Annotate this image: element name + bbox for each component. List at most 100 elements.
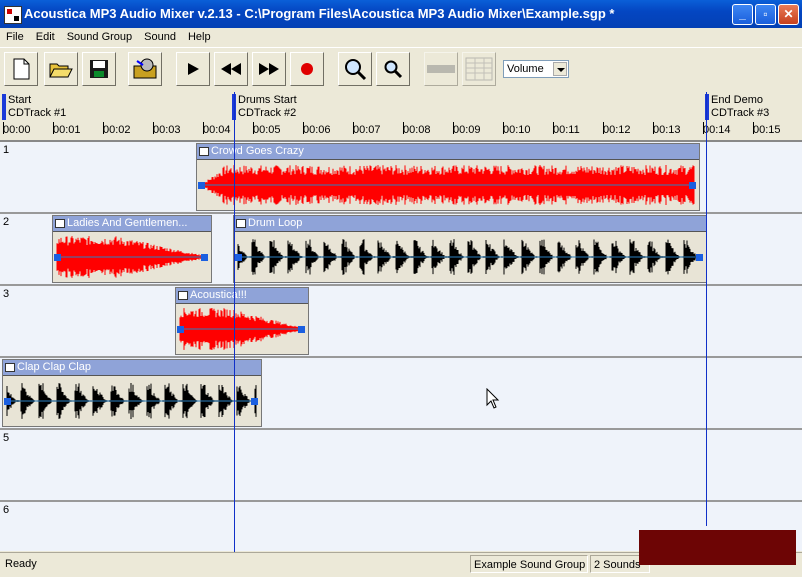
- marker-sub: CDTrack #1: [8, 107, 67, 119]
- marker-flag-icon: [2, 94, 6, 120]
- toolbar: Volume: [0, 47, 802, 93]
- clip-acoustica[interactable]: Acoustica!!!: [175, 287, 309, 355]
- zoom-in-icon: [345, 59, 367, 81]
- waveform: [4, 383, 258, 419]
- mouse-cursor-icon: [486, 388, 500, 409]
- clip-title: Drum Loop: [248, 217, 303, 229]
- tick-label: 00:15: [753, 124, 781, 136]
- track-number: 6: [3, 504, 10, 516]
- volume-handle[interactable]: [4, 398, 11, 405]
- new-button[interactable]: [4, 52, 38, 86]
- volume-handle[interactable]: [235, 254, 242, 261]
- tick-label: 00:12: [603, 124, 631, 136]
- volume-handle[interactable]: [198, 182, 205, 189]
- sound-clip-icon: [178, 291, 188, 300]
- tick-label: 00:00: [3, 124, 31, 136]
- volume-handle[interactable]: [201, 254, 208, 261]
- volume-handle[interactable]: [298, 326, 305, 333]
- waveform: [54, 236, 208, 278]
- sound-clip-icon: [199, 147, 209, 156]
- overlay-block: [639, 530, 796, 565]
- tick-label: 00:09: [453, 124, 481, 136]
- track-number: 2: [3, 216, 10, 228]
- save-icon: [90, 60, 108, 78]
- title-bar: Acoustica MP3 Audio Mixer v.2.13 - C:\Pr…: [0, 0, 802, 28]
- volume-handle[interactable]: [54, 254, 61, 261]
- waveform: [177, 308, 305, 350]
- marker-sub: CDTrack #2: [238, 107, 297, 119]
- track-number: 3: [3, 288, 10, 300]
- open-button[interactable]: [44, 52, 78, 86]
- tick-label: 00:06: [303, 124, 331, 136]
- rewind-button[interactable]: [214, 52, 248, 86]
- zoom-out-icon: [384, 60, 403, 79]
- menu-help[interactable]: Help: [182, 28, 217, 45]
- tick-label: 00:14: [703, 124, 731, 136]
- close-button[interactable]: ✕: [778, 4, 799, 25]
- tick-label: 00:01: [53, 124, 81, 136]
- clip-crowd-goes-crazy[interactable]: Crowd Goes Crazy: [196, 143, 700, 211]
- volume-bar-button[interactable]: [424, 52, 458, 86]
- timeline-ruler[interactable]: Start CDTrack #1 Drums Start CDTrack #2 En…: [0, 92, 802, 142]
- clip-title: Clap Clap Clap: [17, 361, 91, 373]
- chevron-down-icon[interactable]: [553, 62, 567, 76]
- clip-title: Crowd Goes Crazy: [211, 145, 304, 157]
- save-button[interactable]: [82, 52, 116, 86]
- marker-name: End Demo: [711, 94, 763, 106]
- play-icon: [188, 63, 199, 75]
- tracks-area[interactable]: 1 2 3 4 5 6 Crowd Goes Crazy Ladies And …: [0, 142, 802, 551]
- record-icon: [301, 63, 313, 75]
- zoom-out-button[interactable]: [376, 52, 410, 86]
- menu-sound-group[interactable]: Sound Group: [61, 28, 138, 45]
- tick-label: 00:13: [653, 124, 681, 136]
- menu-edit[interactable]: Edit: [30, 28, 61, 45]
- status-sound-group: Example Sound Group: [470, 555, 588, 573]
- rewind-icon: [221, 63, 241, 75]
- volume-handle[interactable]: [251, 398, 258, 405]
- waveform: [198, 165, 696, 205]
- minimize-button[interactable]: _: [732, 4, 753, 25]
- menu-file[interactable]: File: [0, 28, 30, 45]
- sound-clip-icon: [55, 219, 65, 228]
- marker-line: [234, 92, 235, 552]
- new-file-icon: [13, 58, 30, 80]
- waveform: [235, 239, 703, 275]
- clip-drum-loop[interactable]: Drum Loop: [233, 215, 707, 283]
- clip-ladies-and-gentlemen[interactable]: Ladies And Gentlemen...: [52, 215, 212, 283]
- volume-select[interactable]: Volume: [503, 60, 569, 78]
- tick-label: 00:11: [553, 124, 580, 136]
- marker-name: Start: [8, 94, 32, 106]
- window-title: Acoustica MP3 Audio Mixer v.2.13 - C:\Pr…: [24, 6, 615, 21]
- clip-title: Acoustica!!!: [190, 289, 247, 301]
- fast-forward-button[interactable]: [252, 52, 286, 86]
- tick-label: 00:02: [103, 124, 131, 136]
- clip-clap-clap-clap[interactable]: Clap Clap Clap: [2, 359, 262, 427]
- tick-label: 00:08: [403, 124, 431, 136]
- app-icon: [4, 6, 22, 24]
- volume-handle[interactable]: [177, 326, 184, 333]
- grid-button[interactable]: [462, 52, 496, 86]
- volume-select-value: Volume: [507, 63, 544, 75]
- maximize-button[interactable]: ▫: [755, 4, 776, 25]
- volume-handle[interactable]: [696, 254, 703, 261]
- marker-line: [706, 92, 707, 526]
- tick-label: 00:03: [153, 124, 181, 136]
- track-row[interactable]: 3: [0, 286, 802, 358]
- menu-sound[interactable]: Sound: [138, 28, 182, 45]
- record-to-cd-icon: [133, 58, 157, 79]
- clip-title: Ladies And Gentlemen...: [67, 217, 188, 229]
- tick-label: 00:04: [203, 124, 231, 136]
- open-folder-icon: [49, 63, 73, 78]
- record-cd-button[interactable]: [128, 52, 162, 86]
- track-row[interactable]: 5: [0, 430, 802, 502]
- play-button[interactable]: [176, 52, 210, 86]
- status-text: Ready: [5, 558, 37, 570]
- volume-handle[interactable]: [689, 182, 696, 189]
- marker-name: Drums Start: [238, 94, 297, 106]
- tick-label: 00:05: [253, 124, 281, 136]
- record-button[interactable]: [290, 52, 324, 86]
- zoom-in-button[interactable]: [338, 52, 372, 86]
- volume-bar-icon: [427, 65, 455, 73]
- sound-clip-icon: [236, 219, 246, 228]
- tick-label: 00:07: [353, 124, 381, 136]
